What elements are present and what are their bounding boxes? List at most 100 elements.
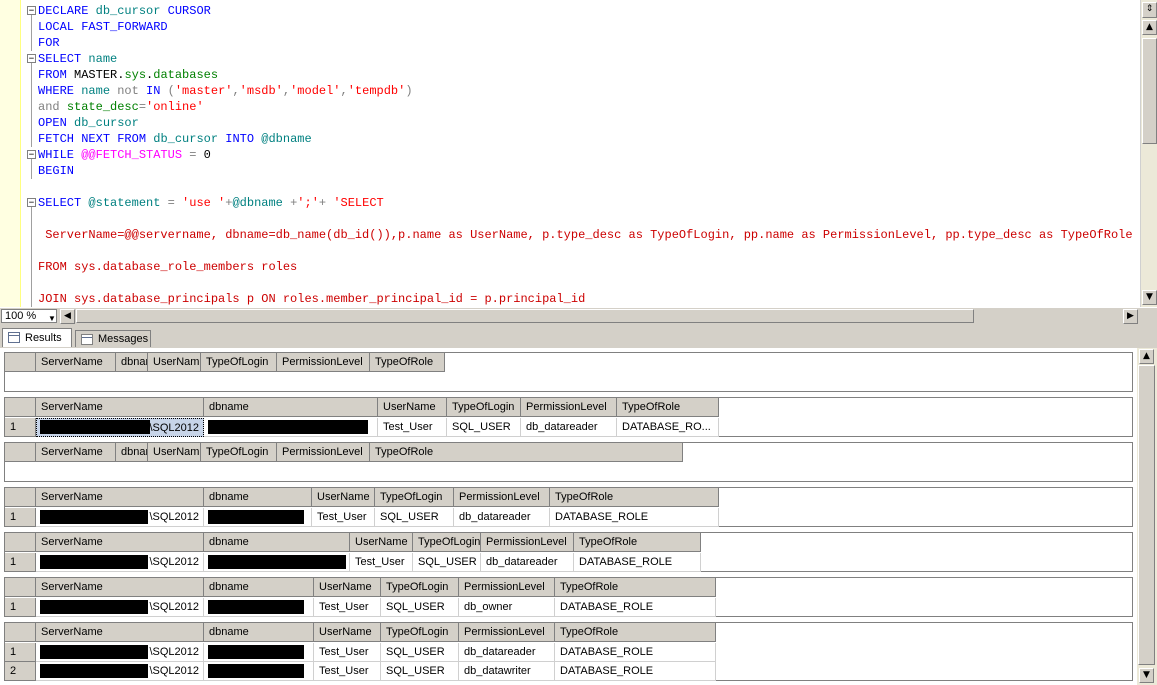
column-header[interactable]: UserName [148, 353, 201, 372]
column-header[interactable]: TypeOfLogin [381, 578, 459, 597]
editor-vertical-scrollbar[interactable]: ⇕ ▲ ▼ [1140, 0, 1157, 307]
row-number[interactable]: 1 [5, 643, 36, 662]
scroll-thumb[interactable] [1142, 38, 1157, 144]
column-header[interactable]: UserName [314, 578, 381, 597]
column-header[interactable]: PermissionLevel [521, 398, 617, 417]
column-header[interactable]: PermissionLevel [481, 533, 574, 552]
table-cell[interactable]: DATABASE_ROLE [574, 553, 701, 572]
result-grid[interactable]: ServerNamedbnameUserNameTypeOfLoginPermi… [4, 352, 1133, 392]
scroll-down-icon[interactable]: ▼ [1142, 290, 1157, 305]
column-header[interactable]: dbname [204, 533, 350, 552]
column-header[interactable]: PermissionLevel [277, 353, 370, 372]
table-cell[interactable]: SQL_USER [381, 598, 459, 617]
column-header[interactable]: ServerName [36, 353, 116, 372]
scroll-up-icon[interactable]: ▲ [1142, 20, 1157, 35]
column-header[interactable]: dbname [116, 443, 148, 462]
grid-corner[interactable] [5, 533, 36, 552]
table-cell[interactable]: Test_User [314, 643, 381, 662]
table-cell[interactable]: db_owner [459, 598, 555, 617]
table-cell[interactable]: SQL_USER [381, 643, 459, 662]
results-vertical-scrollbar[interactable]: ▲ ▼ [1137, 348, 1157, 685]
result-grid[interactable]: ServerNamedbnameUserNameTypeOfLoginPermi… [4, 577, 1133, 617]
split-icon[interactable]: ⇕ [1142, 2, 1157, 18]
table-cell[interactable]: DATABASE_ROLE [555, 662, 716, 681]
table-cell[interactable]: DATABASE_ROLE [555, 598, 716, 617]
table-cell[interactable]: db_datareader [481, 553, 574, 572]
column-header[interactable]: dbname [204, 623, 314, 642]
column-header[interactable]: TypeOfRole [617, 398, 719, 417]
column-header[interactable]: dbname [116, 353, 148, 372]
table-cell[interactable]: Test_User [378, 418, 447, 437]
column-header[interactable]: dbname [204, 398, 378, 417]
table-cell[interactable]: SQL_USER [381, 662, 459, 681]
column-header[interactable]: TypeOfRole [550, 488, 719, 507]
result-grid[interactable]: ServerNamedbnameUserNameTypeOfLoginPermi… [4, 532, 1133, 572]
column-header[interactable]: TypeOfRole [555, 578, 716, 597]
table-cell[interactable]: db_datareader [521, 418, 617, 437]
fold-toggle-icon[interactable]: − [27, 6, 36, 16]
result-grid[interactable]: ServerNamedbnameUserNameTypeOfLoginPermi… [4, 442, 1133, 482]
column-header[interactable]: ServerName [36, 578, 204, 597]
column-header[interactable]: TypeOfLogin [375, 488, 454, 507]
column-header[interactable]: ServerName [36, 533, 204, 552]
column-header[interactable]: UserName [378, 398, 447, 417]
column-header[interactable]: UserName [312, 488, 375, 507]
grid-corner[interactable] [5, 353, 36, 372]
table-cell[interactable]: SQL_USER [375, 508, 454, 527]
column-header[interactable]: TypeOfLogin [447, 398, 521, 417]
row-number[interactable]: 2 [5, 662, 36, 681]
column-header[interactable]: ServerName [36, 398, 204, 417]
query-editor[interactable]: − − − − DECLARE db_cursor CURSOR LOCAL FA… [0, 0, 1157, 307]
column-header[interactable]: TypeOfRole [370, 353, 445, 372]
results-pane[interactable]: ServerNamedbnameUserNameTypeOfLoginPermi… [0, 348, 1137, 685]
column-header[interactable]: ServerName [36, 443, 116, 462]
fold-toggle-icon[interactable]: − [27, 54, 36, 64]
result-grid[interactable]: ServerNamedbnameUserNameTypeOfLoginPermi… [4, 397, 1133, 437]
column-header[interactable]: TypeOfLogin [381, 623, 459, 642]
column-header[interactable]: TypeOfLogin [201, 443, 277, 462]
table-cell[interactable]: Test_User [312, 508, 375, 527]
column-header[interactable]: TypeOfLogin [201, 353, 277, 372]
scroll-thumb[interactable] [1138, 365, 1155, 665]
grid-corner[interactable] [5, 443, 36, 462]
column-header[interactable]: TypeOfRole [370, 443, 683, 462]
table-cell[interactable]: DATABASE_ROLE [550, 508, 719, 527]
table-cell[interactable]: DATABASE_RO... [617, 418, 719, 437]
column-header[interactable]: ServerName [36, 488, 204, 507]
table-cell[interactable]: SQL_USER [447, 418, 521, 437]
table-cell[interactable]: SQL_USER [413, 553, 481, 572]
table-cell[interactable]: db_datareader [459, 643, 555, 662]
table-cell[interactable]: Test_User [350, 553, 413, 572]
column-header[interactable]: PermissionLevel [459, 623, 555, 642]
column-header[interactable]: PermissionLevel [277, 443, 370, 462]
column-header[interactable]: UserName [148, 443, 201, 462]
grid-corner[interactable] [5, 578, 36, 597]
grid-corner[interactable] [5, 398, 36, 417]
horizontal-scroll-thumb[interactable] [76, 309, 974, 323]
tab-messages[interactable]: Messages [75, 330, 151, 347]
fold-toggle-icon[interactable]: − [27, 150, 36, 160]
column-header[interactable]: TypeOfRole [555, 623, 716, 642]
scroll-right-icon[interactable]: ▶ [1123, 309, 1138, 324]
column-header[interactable]: UserName [314, 623, 381, 642]
column-header[interactable]: TypeOfLogin [413, 533, 481, 552]
table-cell[interactable]: Test_User [314, 598, 381, 617]
scroll-left-icon[interactable]: ◀ [60, 309, 75, 324]
column-header[interactable]: UserName [350, 533, 413, 552]
scroll-down-icon[interactable]: ▼ [1139, 668, 1154, 683]
table-cell[interactable]: db_datareader [454, 508, 550, 527]
grid-corner[interactable] [5, 488, 36, 507]
scroll-up-icon[interactable]: ▲ [1139, 349, 1154, 364]
column-header[interactable]: PermissionLevel [459, 578, 555, 597]
tab-results[interactable]: Results [2, 328, 72, 347]
column-header[interactable]: ServerName [36, 623, 204, 642]
table-cell[interactable]: db_datawriter [459, 662, 555, 681]
table-cell[interactable]: Test_User [314, 662, 381, 681]
row-number[interactable]: 1 [5, 508, 36, 527]
column-header[interactable]: PermissionLevel [454, 488, 550, 507]
column-header[interactable]: TypeOfRole [574, 533, 701, 552]
zoom-select[interactable]: 100 % ▼ [1, 309, 57, 323]
result-grid[interactable]: ServerNamedbnameUserNameTypeOfLoginPermi… [4, 622, 1133, 681]
row-number[interactable]: 1 [5, 598, 36, 617]
row-number[interactable]: 1 [5, 553, 36, 572]
